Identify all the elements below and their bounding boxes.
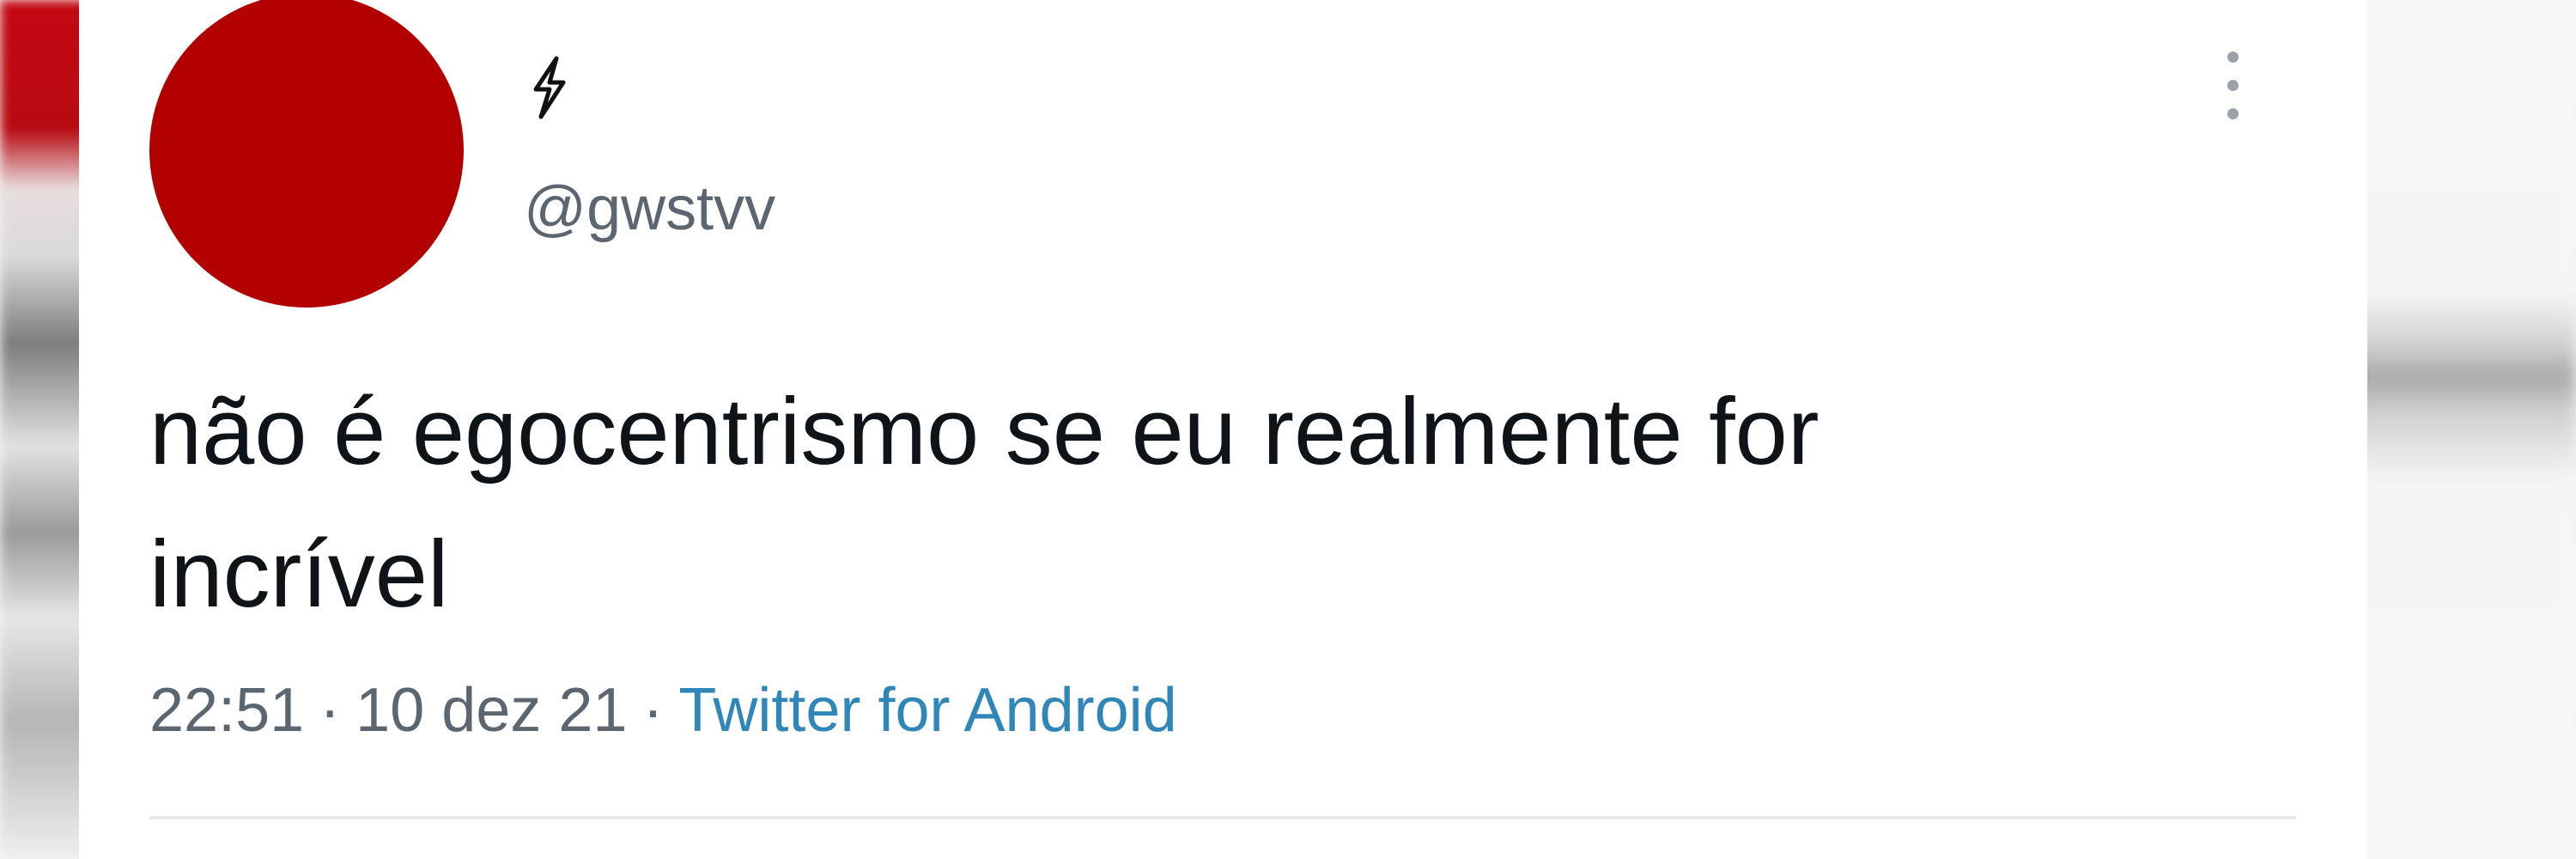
tweet-time[interactable]: 22:51 [149, 676, 304, 745]
divider [149, 816, 2296, 819]
screenshot-stage: @gwstvv não é egocentrismo se eu realmen… [0, 0, 2576, 859]
avatar[interactable] [149, 0, 464, 308]
tweet-text-line: incrível [149, 521, 449, 627]
tweet-card: @gwstvv não é egocentrismo se eu realmen… [79, 0, 2367, 859]
meta-separator: · [319, 676, 341, 745]
user-handle[interactable]: @gwstvv [524, 170, 775, 247]
more-options-button[interactable] [2215, 43, 2250, 129]
lightning-icon [533, 56, 566, 119]
tweet-meta: 22:51 · 10 dez 21 · Twitter for Android [149, 672, 1177, 749]
tweet-date[interactable]: 10 dez 21 [355, 676, 627, 745]
tweet-text-line: não é egocentrismo se eu realmente for [149, 379, 1820, 484]
meta-separator: · [642, 676, 664, 745]
tweet-text: não é egocentrismo se eu realmente for i… [149, 361, 2296, 646]
display-name[interactable] [524, 53, 592, 122]
tweet-source-link[interactable]: Twitter for Android [678, 676, 1176, 745]
blurred-background-right [2336, 0, 2576, 859]
